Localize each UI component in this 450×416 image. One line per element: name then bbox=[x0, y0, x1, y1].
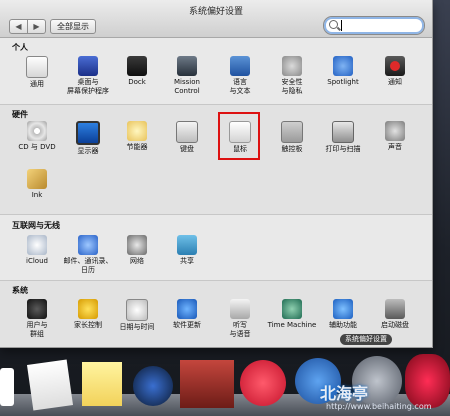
pref-pane-general[interactable]: 通用 bbox=[8, 56, 66, 89]
pref-pane-spotlight[interactable]: Spotlight bbox=[314, 56, 372, 87]
pref-pane-label: 软件更新 bbox=[173, 321, 201, 329]
facetime-icon[interactable] bbox=[133, 366, 173, 406]
pref-pane-icloud[interactable]: iCloud bbox=[8, 235, 66, 266]
section-title: 互联网与无线 bbox=[12, 221, 60, 230]
notifications-icon bbox=[385, 56, 405, 76]
mail-icon bbox=[78, 235, 98, 255]
time-machine-icon bbox=[282, 299, 302, 319]
pref-pane-label: 听写 与语音 bbox=[229, 321, 251, 338]
pref-pane-label: iCloud bbox=[26, 257, 48, 265]
date-icon bbox=[126, 299, 148, 321]
pref-pane-label: Ink bbox=[31, 191, 43, 199]
startup-disk-icon bbox=[385, 299, 405, 319]
pref-pane-label: Spotlight bbox=[327, 78, 359, 86]
text-cursor bbox=[341, 20, 342, 31]
keyboard-icon bbox=[176, 121, 198, 143]
pref-pane-startup-disk[interactable]: 启动磁盘 bbox=[366, 299, 424, 330]
pref-pane-print[interactable]: 打印与扫描 bbox=[314, 121, 372, 154]
pref-pane-notifications[interactable]: 通知 bbox=[366, 56, 424, 87]
mouse-highlight-box bbox=[218, 112, 260, 160]
pref-pane-label: 辅助功能 bbox=[329, 321, 357, 329]
spotlight-icon bbox=[333, 56, 353, 76]
section-title: 系统 bbox=[12, 286, 28, 295]
pref-pane-time-machine[interactable]: Time Machine bbox=[263, 299, 321, 330]
search-field[interactable] bbox=[323, 16, 425, 35]
pref-pane-keyboard[interactable]: 键盘 bbox=[158, 121, 216, 154]
calendar-icon[interactable] bbox=[0, 368, 14, 406]
section-hardware: 硬件 CD 与 DVD 显示器 节能器 键盘 鼠标 触控板 打印与扫描 声音 Ink bbox=[0, 105, 432, 214]
sharing-icon bbox=[177, 235, 197, 255]
desktop-icon bbox=[78, 56, 98, 76]
photo-booth-icon[interactable] bbox=[180, 360, 234, 408]
users-icon bbox=[27, 299, 47, 319]
language-icon bbox=[230, 56, 250, 76]
section-internet: 互联网与无线 iCloud 邮件、通讯录、 日历 网络 共享 bbox=[0, 215, 432, 280]
back-button[interactable]: ◀ bbox=[9, 19, 28, 34]
stickies-icon[interactable] bbox=[82, 362, 122, 406]
pref-pane-label: CD 与 DVD bbox=[18, 143, 56, 151]
pref-pane-label: 共享 bbox=[180, 257, 194, 265]
mission-control-icon bbox=[177, 56, 197, 76]
icloud-icon bbox=[27, 235, 47, 255]
ink-icon bbox=[27, 169, 47, 189]
pref-pane-trackpad[interactable]: 触控板 bbox=[263, 121, 321, 154]
watermark-url: http://www.beihaiting.com bbox=[326, 402, 432, 411]
pref-pane-label: Mission Control bbox=[174, 78, 200, 95]
section-title: 个人 bbox=[12, 43, 28, 52]
pref-pane-cd[interactable]: CD 与 DVD bbox=[8, 121, 66, 152]
pref-pane-label: 声音 bbox=[388, 143, 402, 151]
pref-pane-label: 用户与 群组 bbox=[26, 321, 48, 338]
pref-pane-label: 语言 与文本 bbox=[229, 78, 251, 95]
pref-pane-update[interactable]: 软件更新 bbox=[158, 299, 216, 330]
pref-pane-label: 触控板 bbox=[281, 145, 303, 153]
pref-pane-label: 打印与扫描 bbox=[325, 145, 361, 153]
dock-icon bbox=[127, 56, 147, 76]
speech-icon bbox=[230, 299, 250, 319]
general-icon bbox=[26, 56, 48, 78]
pref-pane-users[interactable]: 用户与 群组 bbox=[8, 299, 66, 339]
pref-pane-label: 键盘 bbox=[180, 145, 194, 153]
cd-icon bbox=[27, 121, 47, 141]
pref-pane-language[interactable]: 语言 与文本 bbox=[211, 56, 269, 96]
section-title: 硬件 bbox=[12, 110, 28, 119]
parental-icon bbox=[78, 299, 98, 319]
trackpad-icon bbox=[281, 121, 303, 143]
textedit-icon[interactable] bbox=[26, 359, 74, 411]
titlebar: 系统偏好设置 ◀ ▶ 全部显示 bbox=[0, 0, 432, 38]
pref-pane-ink[interactable]: Ink bbox=[8, 169, 66, 200]
sound-icon bbox=[385, 121, 405, 141]
forward-button[interactable]: ▶ bbox=[28, 19, 46, 34]
energy-icon bbox=[127, 121, 147, 141]
pref-pane-label: 安全性 与隐私 bbox=[281, 78, 303, 95]
section-personal: 个人 通用 桌面与 屏幕保护程序 Dock Mission Control 语言 与文本… bbox=[0, 38, 432, 104]
nav-buttons: ◀ ▶ bbox=[9, 19, 46, 34]
print-icon bbox=[332, 121, 354, 143]
rose-icon bbox=[405, 354, 450, 408]
pref-pane-sharing[interactable]: 共享 bbox=[158, 235, 216, 266]
pref-pane-label: Time Machine bbox=[267, 321, 317, 329]
pref-pane-mission-control[interactable]: Mission Control bbox=[158, 56, 216, 96]
search-icon bbox=[329, 20, 338, 29]
pref-pane-sound[interactable]: 声音 bbox=[366, 121, 424, 152]
system-preferences-window: 系统偏好设置 ◀ ▶ 全部显示 个人 通用 桌面与 屏幕保护程序 Dock Missi… bbox=[0, 0, 433, 348]
pref-pane-label: 通用 bbox=[30, 80, 44, 88]
pref-pane-label: 启动磁盘 bbox=[381, 321, 409, 329]
pref-pane-accessibility[interactable]: 辅助功能 bbox=[314, 299, 372, 330]
show-all-button[interactable]: 全部显示 bbox=[50, 19, 96, 34]
display-icon bbox=[76, 121, 100, 145]
watermark-text: 北海亭 bbox=[320, 384, 369, 403]
pref-pane-label: 通知 bbox=[388, 78, 402, 86]
pref-pane-security[interactable]: 安全性 与隐私 bbox=[263, 56, 321, 96]
network-icon bbox=[127, 235, 147, 255]
accessibility-icon bbox=[333, 299, 353, 319]
dock-tooltip: 系统偏好设置 bbox=[340, 334, 392, 345]
update-icon bbox=[177, 299, 197, 319]
security-icon bbox=[282, 56, 302, 76]
itunes-icon[interactable] bbox=[240, 360, 286, 406]
pref-pane-speech[interactable]: 听写 与语音 bbox=[211, 299, 269, 339]
